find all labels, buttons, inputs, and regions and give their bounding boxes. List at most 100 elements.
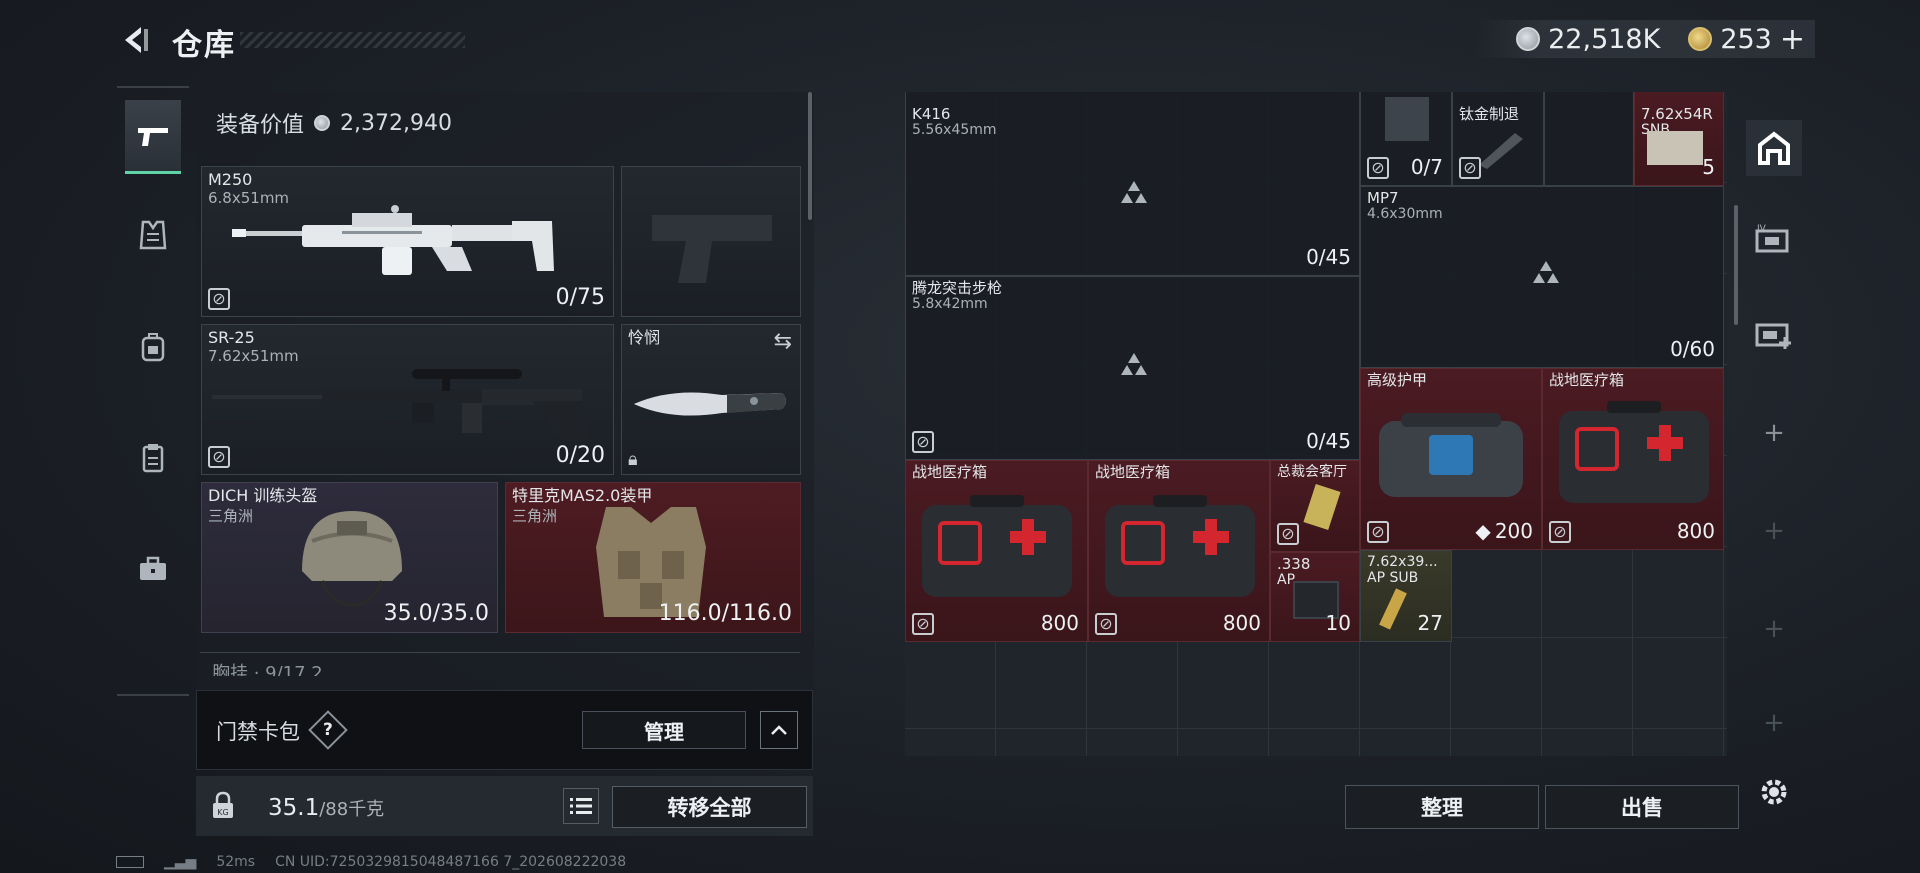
weapon-name: M250 bbox=[208, 170, 253, 189]
bullet-image bbox=[1379, 588, 1407, 630]
keycard-image bbox=[1303, 483, 1341, 531]
melee-slot[interactable]: 怜悯 ⇆ 🔒︎ bbox=[621, 324, 801, 475]
unknown-item-icon bbox=[1121, 353, 1147, 375]
item-count: 10 bbox=[1325, 611, 1351, 635]
stash-home-icon[interactable] bbox=[1746, 120, 1802, 176]
list-view-icon[interactable] bbox=[563, 788, 599, 824]
add-gold-button[interactable]: + bbox=[1780, 22, 1805, 57]
item-name: 战地医疗箱 bbox=[1549, 371, 1625, 389]
grid-item-ammo-762x54[interactable]: 7.62x54R SNB 5 bbox=[1634, 92, 1724, 186]
no-mod-icon: ⊘ bbox=[1549, 521, 1571, 543]
primary-weapon-slot[interactable]: M250 6.8x51mm ⊘ 0/75 bbox=[201, 166, 614, 317]
grid-item-medkit[interactable]: 战地医疗箱 ⊘ 800 bbox=[905, 460, 1088, 642]
gold-coin-icon bbox=[1688, 27, 1713, 51]
page-title: 仓库 bbox=[172, 28, 236, 63]
chest-rig-header[interactable]: 胸挂 · 9/17 2 bbox=[200, 652, 800, 676]
gear-icon[interactable] bbox=[1752, 770, 1796, 814]
weight-max: /88千克 bbox=[319, 799, 385, 820]
grid-item-tenglong[interactable]: 腾龙突击步枪 5.8x42mm ⊘ 0/45 bbox=[905, 276, 1360, 460]
weight-current: 35.1 bbox=[268, 795, 320, 821]
stash-page-sidebar: IV + + + + bbox=[1746, 88, 1802, 768]
no-mod-icon: ⊘ bbox=[912, 431, 934, 453]
chevron-left-icon bbox=[125, 27, 148, 53]
item-sub: 5.8x42mm bbox=[912, 296, 988, 312]
tab-weapons[interactable] bbox=[125, 100, 181, 174]
sort-button[interactable]: 整理 bbox=[1345, 785, 1539, 829]
stash-page-4-icon[interactable]: IV bbox=[1746, 210, 1802, 266]
no-mod-icon: ⊘ bbox=[1277, 523, 1299, 545]
item-sub: 4.6x30mm bbox=[1367, 206, 1443, 222]
grid-item-medkit[interactable]: 战地医疗箱 ⊘ 800 bbox=[1542, 368, 1724, 550]
item-count: 0/60 bbox=[1670, 337, 1715, 361]
add-stash-page-icon[interactable] bbox=[1746, 306, 1802, 362]
swap-icon[interactable]: ⇆ bbox=[774, 329, 792, 354]
weight-lock-icon[interactable]: KG bbox=[207, 787, 239, 823]
weapon-name: SR-25 bbox=[208, 328, 255, 347]
helmet-slot[interactable]: DICH 训练头盔 三角洲 35.0/35.0 bbox=[201, 482, 498, 633]
grid-item-ammo-762x39[interactable]: 7.62x39... AP SUB 27 bbox=[1360, 550, 1452, 642]
item-sub: AP SUB bbox=[1367, 570, 1419, 586]
weight-readout: 35.1/88千克 bbox=[268, 795, 384, 821]
grid-item-k416[interactable]: K416 5.56x45mm 0/45 bbox=[905, 92, 1360, 276]
grid-empty-cell[interactable] bbox=[1544, 92, 1634, 186]
item-name: K416 bbox=[912, 105, 951, 123]
vest-icon bbox=[139, 220, 167, 250]
helmet-brand: 三角洲 bbox=[208, 507, 254, 525]
grid-item-titanium[interactable]: 钛金制退 ⊘ bbox=[1452, 92, 1544, 186]
stash-scrollbar[interactable] bbox=[1734, 205, 1738, 325]
no-mod-icon: ⊘ bbox=[208, 288, 230, 310]
item-name: 腾龙突击步枪 bbox=[912, 279, 1003, 297]
m250-machine-gun-image bbox=[232, 205, 554, 275]
item-count: 800 bbox=[1676, 519, 1715, 543]
ammo-box-image bbox=[1647, 131, 1703, 165]
no-mod-icon: ⊘ bbox=[912, 613, 934, 635]
back-button[interactable] bbox=[112, 20, 156, 60]
grid-item-small-top[interactable]: ⊘ 0/7 bbox=[1360, 92, 1452, 186]
add-icon[interactable]: + bbox=[1746, 614, 1802, 644]
tab-vest[interactable] bbox=[125, 198, 181, 272]
item-name: 战地医疗箱 bbox=[1095, 463, 1171, 481]
equipment-value-label: 装备价值 bbox=[216, 113, 305, 138]
helmet-durability: 35.0/35.0 bbox=[383, 601, 489, 626]
no-mod-icon: ⊘ bbox=[1367, 521, 1389, 543]
shield-icon: ◆ bbox=[1475, 519, 1491, 543]
grid-item-mp7[interactable]: MP7 4.6x30mm 0/60 bbox=[1360, 186, 1724, 368]
tab-toolbox[interactable] bbox=[125, 532, 181, 606]
no-mod-icon: ⊘ bbox=[1095, 613, 1117, 635]
unknown-item-icon bbox=[1121, 181, 1147, 203]
item-image bbox=[1385, 97, 1429, 141]
briefcase-icon bbox=[140, 556, 166, 580]
tab-backpack[interactable] bbox=[125, 310, 181, 384]
grid-item-medkit[interactable]: 战地医疗箱 ⊘ 800 bbox=[1088, 460, 1270, 642]
lock-icon: 🔒︎ bbox=[628, 449, 638, 470]
grid-item-armor-high[interactable]: 高级护甲 ⊘ ◆ 200 bbox=[1360, 368, 1542, 550]
helmet-image bbox=[302, 511, 402, 608]
weapon-ammo: 0/20 bbox=[555, 443, 605, 468]
medkit-image bbox=[922, 495, 1072, 597]
add-icon[interactable]: + bbox=[1746, 516, 1802, 546]
transfer-all-button[interactable]: 转移全部 bbox=[612, 786, 807, 828]
add-icon[interactable]: + bbox=[1746, 708, 1802, 738]
item-name: 高级护甲 bbox=[1367, 371, 1428, 389]
signal-icon: ▁▃▅ bbox=[164, 854, 197, 870]
rig-icon bbox=[142, 444, 164, 473]
equipment-scrollbar[interactable] bbox=[808, 92, 812, 220]
sell-button[interactable]: 出售 bbox=[1545, 785, 1739, 829]
grid-item-keycard[interactable]: 总裁会客厅 ⊘ bbox=[1270, 460, 1360, 552]
tab-chest-rig[interactable] bbox=[125, 421, 181, 495]
manage-button[interactable]: 管理 bbox=[582, 711, 746, 749]
armor-durability: ◆ 200 bbox=[1475, 519, 1533, 543]
stash-grid[interactable]: K416 5.56x45mm 0/45 ⊘ 0/7 钛金制退 ⊘ 7.62x54… bbox=[905, 92, 1727, 756]
chevron-up-icon[interactable] bbox=[760, 711, 798, 749]
item-count: 0/7 bbox=[1410, 155, 1443, 179]
grid-item-ammo-338[interactable]: .338 AP 10 bbox=[1270, 552, 1360, 642]
pistol-slot[interactable] bbox=[621, 166, 801, 317]
armor-slot[interactable]: 特里克MAS2.0装甲 三角洲 116.0/116.0 bbox=[505, 482, 801, 633]
secondary-weapon-slot[interactable]: SR-25 7.62x51mm ⊘ 0/20 bbox=[201, 324, 614, 475]
item-name: 7.62x39... bbox=[1367, 554, 1438, 570]
no-mod-icon: ⊘ bbox=[1459, 157, 1481, 179]
no-mod-icon: ⊘ bbox=[208, 446, 230, 468]
add-icon[interactable]: + bbox=[1746, 418, 1802, 448]
item-count: 0/45 bbox=[1306, 245, 1351, 269]
item-name: 战地医疗箱 bbox=[912, 463, 988, 481]
